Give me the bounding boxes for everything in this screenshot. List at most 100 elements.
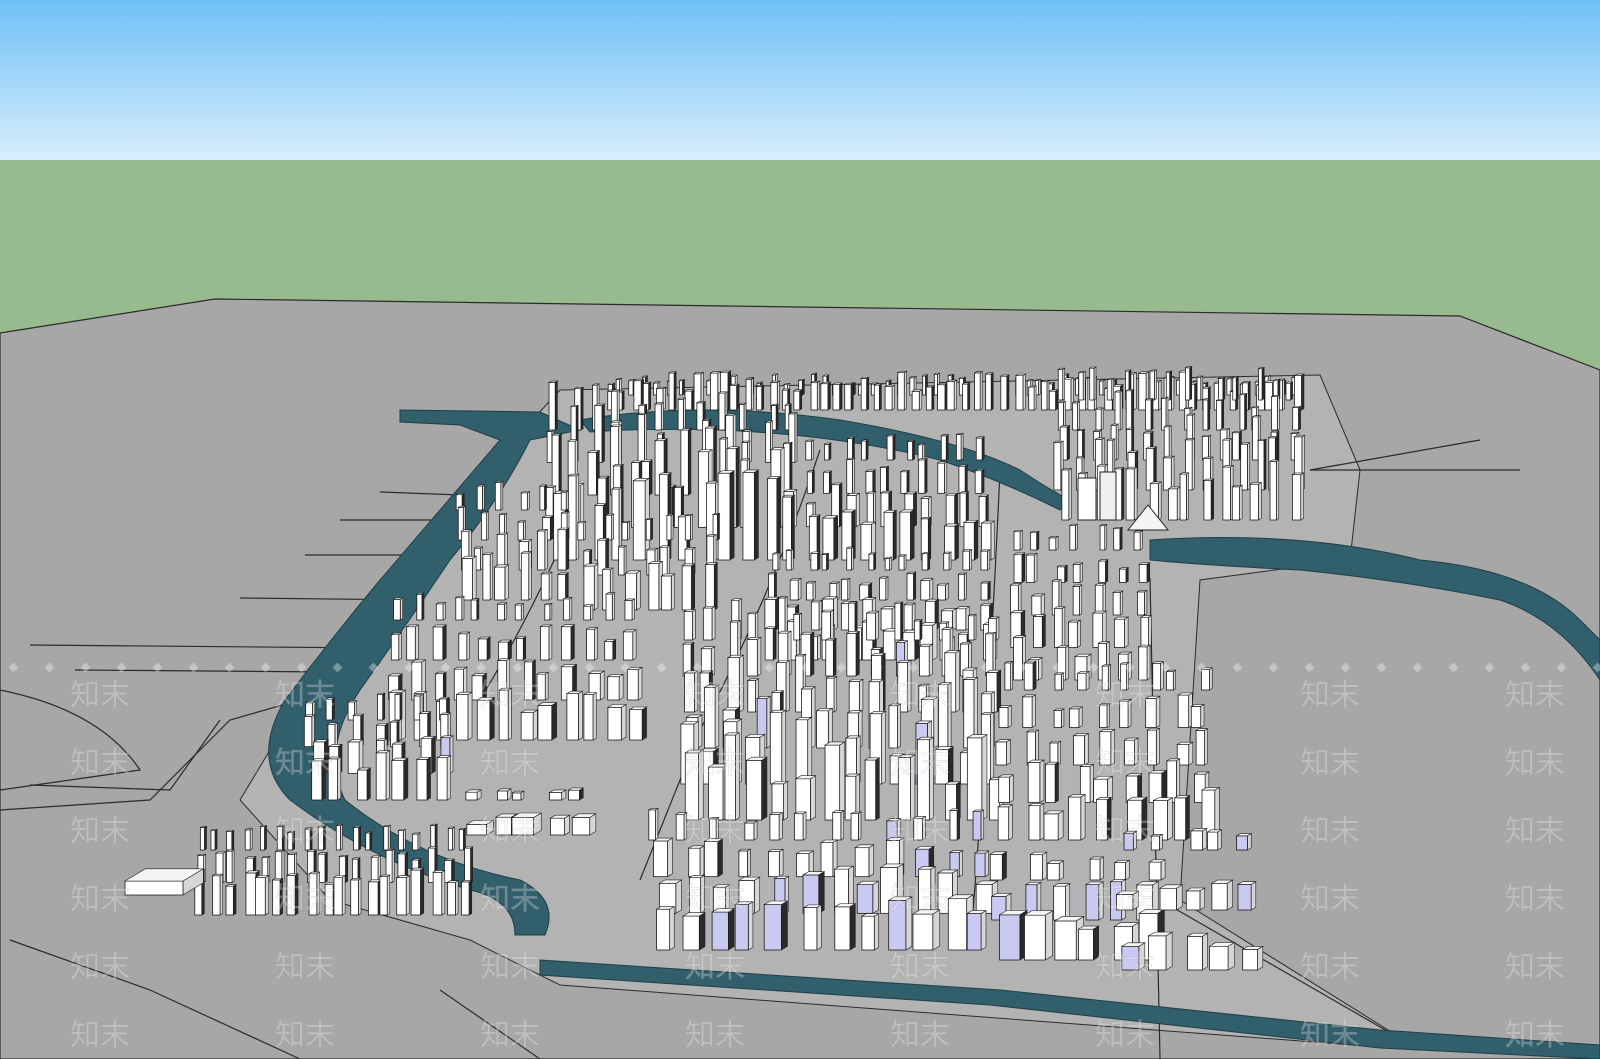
building[interactable] <box>899 469 911 494</box>
building[interactable] <box>244 828 254 851</box>
building[interactable] <box>623 598 636 621</box>
building[interactable] <box>1029 530 1040 551</box>
building[interactable] <box>225 849 236 884</box>
building[interactable] <box>683 389 696 411</box>
building[interactable] <box>683 609 697 641</box>
building[interactable] <box>767 572 778 601</box>
building[interactable] <box>1148 369 1158 401</box>
building[interactable] <box>254 874 270 916</box>
building[interactable] <box>1249 481 1263 521</box>
building[interactable] <box>1210 879 1234 911</box>
building[interactable] <box>1032 614 1047 649</box>
building[interactable] <box>463 846 474 884</box>
building[interactable] <box>667 371 678 411</box>
building[interactable] <box>1184 366 1193 401</box>
building[interactable] <box>1231 430 1243 461</box>
building[interactable] <box>1027 385 1038 411</box>
building[interactable] <box>496 532 509 571</box>
building[interactable] <box>1163 425 1173 461</box>
building[interactable] <box>1094 407 1105 431</box>
building[interactable] <box>873 383 883 411</box>
building[interactable] <box>410 867 425 916</box>
building[interactable] <box>582 604 595 621</box>
building[interactable] <box>1098 379 1107 396</box>
building[interactable] <box>925 385 935 411</box>
building[interactable] <box>940 434 950 461</box>
building[interactable] <box>356 767 372 801</box>
building[interactable] <box>913 619 924 641</box>
3d-model-viewport[interactable]: 知末 知末 知末 知末 知末 知末 知末 知末 知末 知末 知末 知末 知末 知末 知末 知末 知末 知末 知末 知末… <box>0 0 1600 1059</box>
building[interactable] <box>447 826 456 851</box>
building[interactable] <box>746 678 760 713</box>
building[interactable] <box>717 470 736 561</box>
building[interactable] <box>845 546 855 571</box>
building[interactable] <box>1136 589 1149 616</box>
building[interactable] <box>879 465 890 494</box>
building[interactable] <box>1215 398 1225 431</box>
building[interactable] <box>1124 466 1139 521</box>
building[interactable] <box>1200 667 1214 691</box>
building[interactable] <box>1012 635 1027 681</box>
building[interactable] <box>645 517 654 541</box>
building[interactable] <box>824 637 838 677</box>
building[interactable] <box>1202 478 1215 521</box>
building[interactable] <box>999 374 1011 411</box>
building[interactable] <box>429 823 439 851</box>
building[interactable] <box>1284 381 1294 401</box>
building[interactable] <box>782 441 794 496</box>
building[interactable] <box>1185 887 1206 911</box>
building[interactable] <box>1236 881 1257 911</box>
building[interactable] <box>1048 389 1059 411</box>
building[interactable] <box>973 850 990 878</box>
building[interactable] <box>470 598 480 621</box>
building[interactable] <box>224 884 238 916</box>
building[interactable] <box>536 701 558 741</box>
building[interactable] <box>1040 379 1051 411</box>
building[interactable] <box>415 592 426 621</box>
building[interactable] <box>1173 795 1191 841</box>
building[interactable] <box>1076 428 1086 461</box>
building[interactable] <box>945 379 958 411</box>
building[interactable] <box>1231 484 1244 521</box>
building[interactable] <box>1186 932 1209 971</box>
building[interactable] <box>1113 859 1131 881</box>
building[interactable] <box>520 551 533 601</box>
building[interactable] <box>961 549 973 571</box>
building[interactable] <box>936 582 950 601</box>
building[interactable] <box>1221 464 1235 521</box>
building[interactable] <box>1112 590 1124 616</box>
building[interactable] <box>789 577 803 601</box>
building[interactable] <box>971 809 985 841</box>
building[interactable] <box>660 573 676 611</box>
building[interactable] <box>805 581 817 601</box>
building[interactable] <box>1291 405 1302 431</box>
building[interactable] <box>1030 593 1046 616</box>
building[interactable] <box>849 811 863 841</box>
building[interactable] <box>823 442 833 461</box>
building[interactable] <box>1270 394 1281 431</box>
building[interactable] <box>497 639 513 661</box>
building[interactable] <box>538 484 548 511</box>
building[interactable] <box>511 790 525 801</box>
building[interactable] <box>766 476 782 561</box>
building[interactable] <box>393 692 404 721</box>
building[interactable] <box>809 380 821 411</box>
building[interactable] <box>520 490 531 511</box>
building[interactable] <box>1072 732 1090 766</box>
building[interactable] <box>1239 442 1251 491</box>
building[interactable] <box>1177 692 1194 729</box>
building[interactable] <box>848 678 864 713</box>
building[interactable] <box>802 904 823 951</box>
building[interactable] <box>1012 529 1024 551</box>
building[interactable] <box>481 552 494 601</box>
building[interactable] <box>919 578 934 601</box>
building[interactable] <box>370 855 382 884</box>
building[interactable] <box>921 551 931 571</box>
building[interactable] <box>843 382 855 411</box>
building[interactable] <box>411 832 422 851</box>
building[interactable] <box>199 825 208 851</box>
building[interactable] <box>1195 375 1204 401</box>
building[interactable] <box>332 874 347 916</box>
building[interactable] <box>562 597 573 621</box>
building[interactable] <box>878 576 890 601</box>
